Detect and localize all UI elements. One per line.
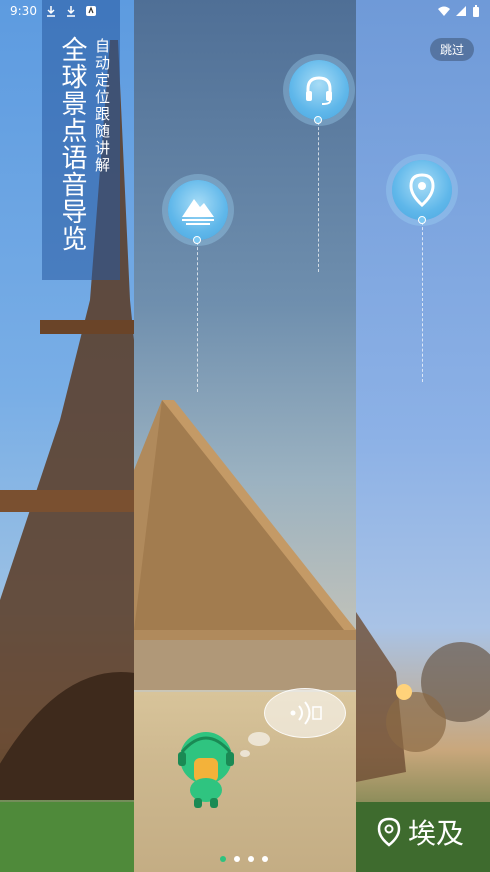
headset-pin-dot (314, 116, 322, 124)
mountain-icon (182, 199, 214, 225)
mountain-pin-line (197, 242, 198, 392)
download-icon (66, 6, 75, 17)
app-title: 全球景点语音导览 (57, 36, 87, 252)
sound-wave-icon (290, 701, 322, 725)
skip-button[interactable]: 跳过 (429, 38, 474, 61)
speech-bubble-tail (240, 750, 250, 757)
current-location: 埃及 (376, 812, 464, 852)
headset-pin-line (318, 122, 319, 272)
pyramid-image (134, 400, 356, 690)
speech-bubble-tail (248, 732, 270, 746)
battery-icon (473, 5, 479, 17)
title-banner: 全球景点语音导览 自动定位跟随讲解 (42, 0, 120, 280)
wifi-icon (438, 6, 450, 16)
location-pin (392, 160, 452, 220)
page-dot[interactable] (248, 856, 254, 862)
location-name: 埃及 (407, 817, 464, 850)
download-icon (46, 6, 55, 17)
page-dot[interactable] (234, 856, 240, 862)
location-pin-line (422, 222, 423, 382)
location-pin-dot (418, 216, 426, 224)
mountain-pin-dot (193, 236, 201, 244)
page-indicator (220, 856, 268, 862)
pyramid-panel (134, 0, 356, 872)
page-dot-active[interactable] (220, 856, 226, 862)
headset-pin (289, 60, 349, 120)
signal-icon (456, 6, 466, 16)
status-time: 9:30 (10, 4, 37, 18)
evening-park-panel (356, 0, 490, 872)
headset-icon (306, 76, 332, 105)
app-notification-icon (85, 6, 96, 16)
app-subtitle: 自动定位跟随讲解 (93, 38, 111, 174)
page-dot[interactable] (262, 856, 268, 862)
status-bar: 9:30 (0, 0, 490, 22)
location-pin-icon (409, 173, 435, 207)
audio-speech-bubble (264, 688, 346, 738)
mountain-pin (168, 180, 228, 240)
location-marker-icon (377, 817, 401, 847)
mascot-character (178, 732, 234, 808)
